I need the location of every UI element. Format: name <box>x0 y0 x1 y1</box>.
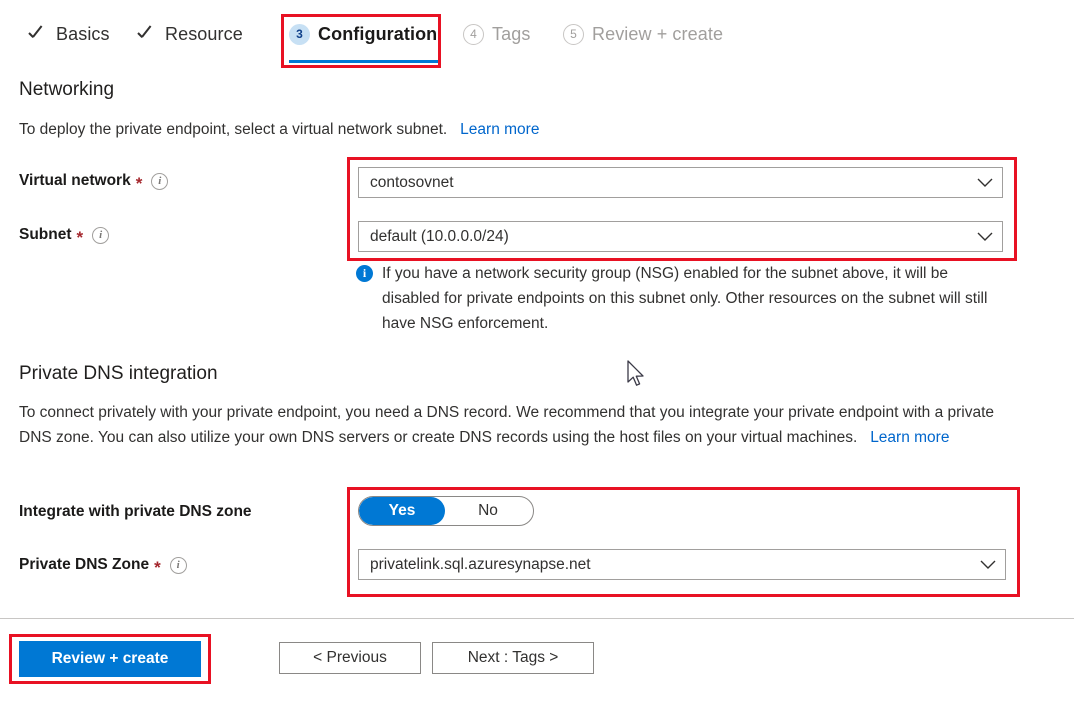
tab-basics-label: Basics <box>56 23 110 44</box>
nsg-info-callout-text: If you have a network security group (NS… <box>382 265 988 332</box>
info-filled-icon: i <box>356 265 373 282</box>
private-dns-description: To connect privately with your private e… <box>19 400 1004 450</box>
integrate-dns-zone-label: Integrate with private DNS zone <box>19 503 252 521</box>
previous-button[interactable]: < Previous <box>279 642 421 674</box>
tab-tags[interactable]: 4 Tags <box>463 20 530 48</box>
private-dns-zone-value: privatelink.sql.azuresynapse.net <box>370 555 591 573</box>
mouse-cursor <box>626 360 646 393</box>
nsg-info-callout: i If you have a network security group (… <box>356 261 996 336</box>
virtual-network-value: contosovnet <box>370 173 454 191</box>
virtual-network-label: Virtual network * i <box>19 172 169 193</box>
chevron-down-icon <box>968 222 1002 251</box>
tab-resource-label: Resource <box>165 23 243 44</box>
required-asterisk: * <box>154 557 161 577</box>
networking-learn-more-link[interactable]: Learn more <box>460 121 539 138</box>
info-icon[interactable]: i <box>92 226 110 244</box>
integrate-dns-zone-toggle[interactable]: Yes No <box>358 496 534 526</box>
tab-tags-label: Tags <box>492 23 531 44</box>
integrate-dns-zone-label-text: Integrate with private DNS zone <box>19 503 252 520</box>
subnet-dropdown[interactable]: default (10.0.0.0/24) <box>358 221 1003 252</box>
wizard-tab-strip: Basics Resource 3 Configuration 4 Tags 5… <box>0 0 1074 68</box>
review-create-button[interactable]: Review + create <box>19 641 201 677</box>
tab-resource[interactable]: Resource <box>137 20 243 48</box>
required-asterisk: * <box>76 227 84 247</box>
required-asterisk: * <box>135 173 143 193</box>
private-dns-learn-more-link[interactable]: Learn more <box>870 429 949 446</box>
subnet-label: Subnet * i <box>19 226 110 247</box>
step-number-4-icon: 4 <box>463 23 484 45</box>
private-dns-zone-label: Private DNS Zone * i <box>19 556 187 577</box>
chevron-down-icon <box>971 550 1005 579</box>
subnet-label-text: Subnet <box>19 226 72 243</box>
virtual-network-dropdown[interactable]: contosovnet <box>358 167 1003 198</box>
chevron-down-icon <box>968 168 1002 197</box>
footer-divider <box>0 618 1074 619</box>
next-tags-button[interactable]: Next : Tags > <box>432 642 594 674</box>
step-number-3-icon: 3 <box>289 23 310 45</box>
private-dns-heading: Private DNS integration <box>19 363 218 384</box>
virtual-network-label-text: Virtual network <box>19 172 131 189</box>
info-icon[interactable]: i <box>169 556 187 574</box>
networking-description-text: To deploy the private endpoint, select a… <box>19 121 448 138</box>
checkmark-icon <box>137 25 156 44</box>
tab-basics[interactable]: Basics <box>28 20 110 48</box>
private-dns-zone-label-text: Private DNS Zone <box>19 556 150 573</box>
tab-review-create-label: Review + create <box>592 23 724 44</box>
networking-description: To deploy the private endpoint, select a… <box>19 117 539 142</box>
tab-configuration-label: Configuration <box>318 23 438 44</box>
info-icon[interactable]: i <box>151 172 169 190</box>
tab-review-create[interactable]: 5 Review + create <box>563 20 723 48</box>
private-dns-description-text: To connect privately with your private e… <box>19 404 995 446</box>
subnet-value: default (10.0.0.0/24) <box>370 227 509 245</box>
toggle-option-yes[interactable]: Yes <box>359 497 445 525</box>
toggle-option-no[interactable]: No <box>445 497 531 525</box>
tab-configuration[interactable]: 3 Configuration <box>289 20 437 48</box>
tab-configuration-underline <box>289 60 441 63</box>
step-number-5-icon: 5 <box>563 23 584 45</box>
networking-heading: Networking <box>19 79 115 100</box>
private-dns-zone-dropdown[interactable]: privatelink.sql.azuresynapse.net <box>358 549 1006 580</box>
checkmark-icon <box>28 25 47 44</box>
